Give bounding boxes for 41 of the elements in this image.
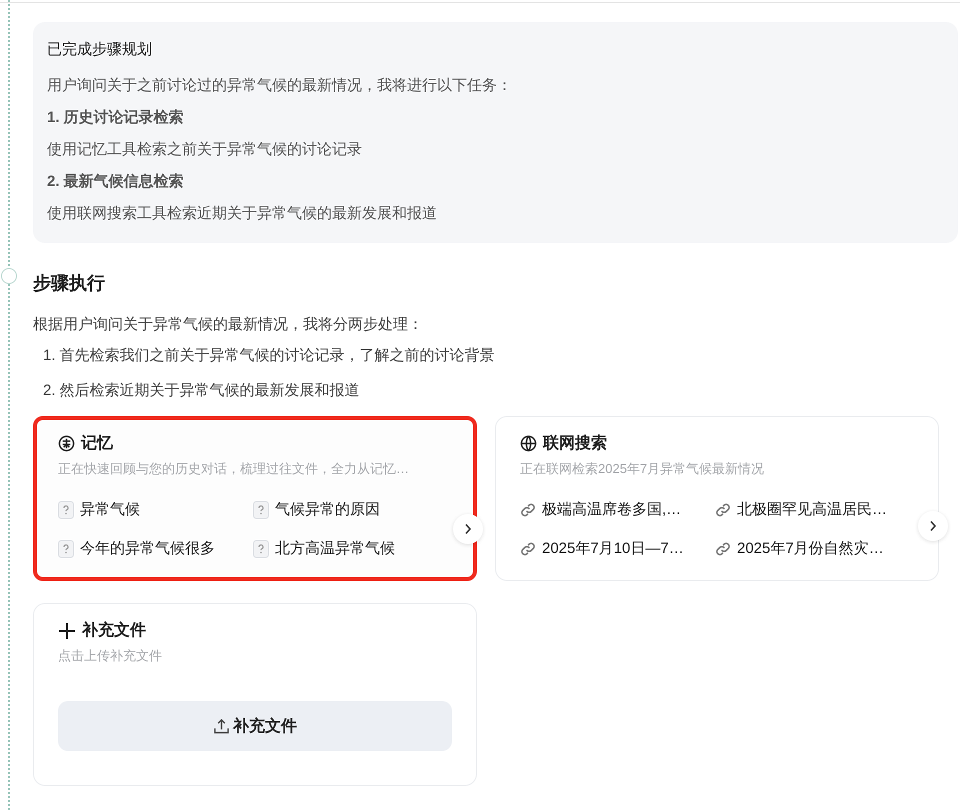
card-title: 联网搜索	[543, 433, 607, 454]
card-subtitle: 点击上传补充文件	[58, 647, 163, 665]
question-document-icon	[58, 540, 74, 558]
next-button[interactable]	[453, 514, 483, 544]
step-text: 1. 首先检索我们之前关于异常气候的讨论记录，了解之前的讨论背景	[43, 346, 496, 365]
chevron-right-icon	[464, 523, 472, 535]
link-icon	[520, 502, 536, 518]
plan-title: 已完成步骤规划	[47, 40, 153, 59]
chevron-right-icon	[929, 520, 937, 532]
memory-item[interactable]: 气候异常的原因	[253, 500, 448, 519]
memory-item[interactable]: 今年的异常气候很多	[58, 539, 253, 558]
card-title: 补充文件	[82, 620, 146, 641]
plan-step: 2. 最新气候信息检索	[47, 172, 944, 191]
memory-item[interactable]: 异常气候	[58, 500, 253, 519]
link-icon	[715, 540, 731, 556]
card-title: 记忆	[81, 434, 113, 454]
search-result-link[interactable]: 北极圈罕见高温居民…	[715, 500, 910, 519]
search-result-link[interactable]: 极端高温席卷多国,…	[520, 500, 715, 519]
question-document-icon	[253, 500, 269, 518]
link-icon	[715, 502, 731, 518]
search-result-link[interactable]: 2025年7月10日—7…	[520, 539, 715, 558]
memory-item[interactable]: 北方高温异常气候	[253, 539, 448, 558]
plan-text: 用户询问关于之前讨论过的异常气候的最新情况，我将进行以下任务：	[47, 76, 513, 95]
question-document-icon	[253, 540, 269, 558]
card-subtitle: 正在联网检索2025年7月异常气候最新情况	[520, 460, 766, 478]
question-document-icon	[58, 500, 74, 518]
upload-icon	[213, 718, 230, 734]
next-button[interactable]	[918, 511, 948, 541]
plan-text: 使用联网搜索工具检索近期关于异常气候的最新发展和报道	[47, 204, 438, 223]
link-icon	[520, 540, 536, 556]
intro-text: 根据用户询问关于异常气候的最新情况，我将分两步处理：	[33, 315, 424, 334]
globe-icon	[520, 435, 537, 452]
plan-text: 使用记忆工具检索之前关于异常气候的讨论记录	[47, 140, 363, 159]
memory-icon	[58, 435, 75, 452]
step-text: 2. 然后检索近期关于异常气候的最新发展和报道	[43, 381, 361, 400]
search-result-link[interactable]: 2025年7月份自然灾…	[715, 539, 910, 558]
section-heading: 步骤执行	[33, 272, 106, 295]
plus-icon	[58, 622, 76, 640]
card-subtitle: 正在快速回顾与您的历史对话，梳理过往文件，全力从记忆…	[58, 460, 410, 478]
plan-step: 1. 历史讨论记录检索	[47, 108, 944, 127]
upload-button[interactable]: 补充文件	[58, 701, 452, 751]
